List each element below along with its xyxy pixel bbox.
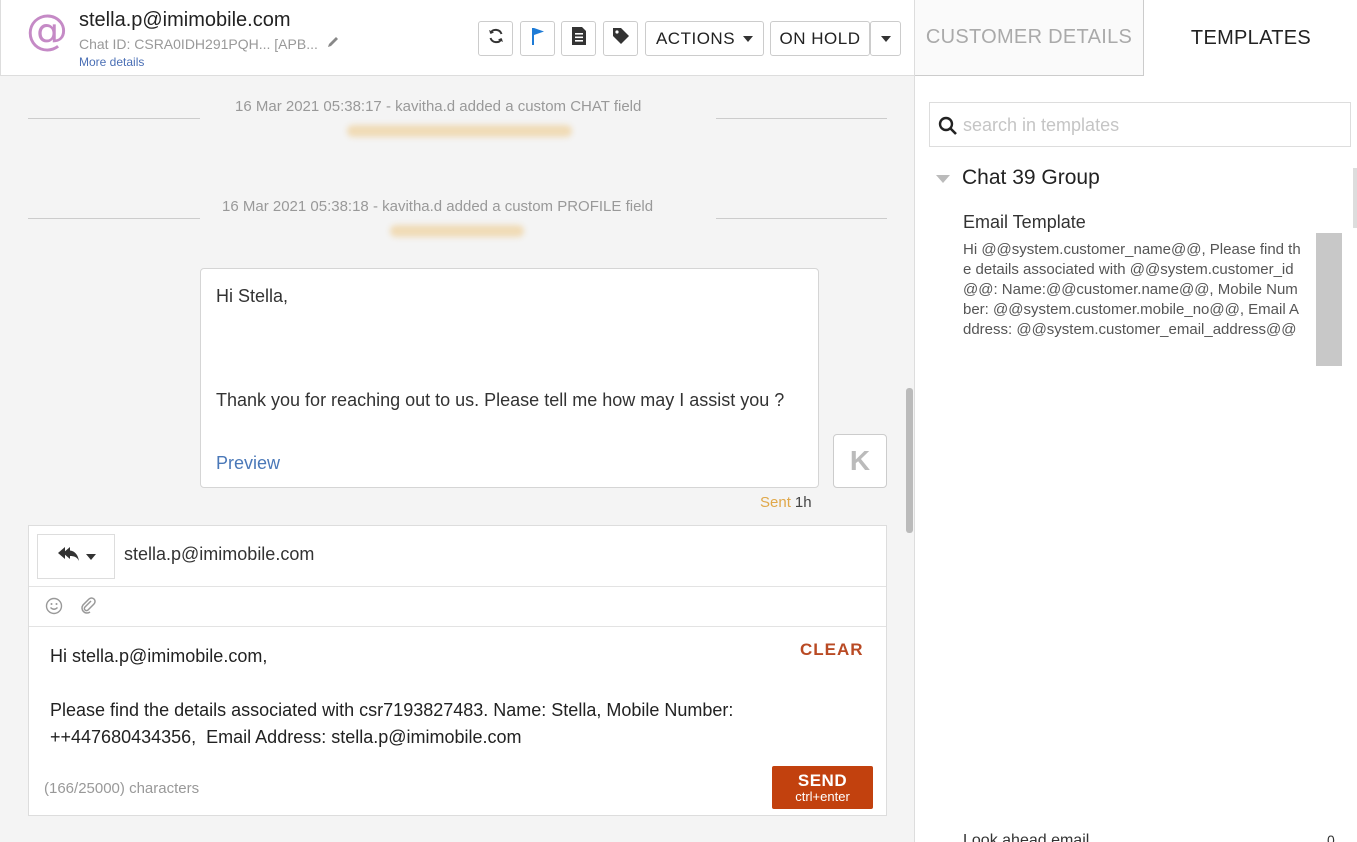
preview-link[interactable]: Preview <box>216 453 280 474</box>
clear-button[interactable]: CLEAR <box>800 640 864 660</box>
chevron-down-icon <box>880 35 891 42</box>
divider <box>29 586 886 587</box>
status-dropdown-toggle[interactable] <box>870 21 901 56</box>
status-button[interactable]: ON HOLD <box>770 21 870 56</box>
editor-line: Hi stella.p@imimobile.com, <box>50 646 268 666</box>
chevron-down-icon <box>743 35 754 42</box>
side-panel: CUSTOMER DETAILS TEMPLATES Chat 39 Group… <box>914 0 1357 842</box>
search-input[interactable] <box>963 111 1343 139</box>
panel-scrollbar[interactable] <box>1353 168 1357 228</box>
reply-all-icon <box>56 545 80 568</box>
divider <box>28 118 200 119</box>
refresh-button[interactable] <box>478 21 513 56</box>
template-count: 0 <box>1327 832 1335 842</box>
system-event: 16 Mar 2021 05:38:17 - kavitha.d added a… <box>235 98 642 115</box>
template-search <box>929 102 1351 147</box>
sent-time: 1h <box>794 494 812 511</box>
status-label: ON HOLD <box>779 28 861 48</box>
send-label: SEND <box>797 771 848 790</box>
search-icon <box>938 116 958 141</box>
edit-icon[interactable] <box>326 35 340 52</box>
agent-avatar: K <box>833 434 887 488</box>
chat-transcript: 16 Mar 2021 05:38:17 - kavitha.d added a… <box>0 76 914 842</box>
flag-icon <box>529 26 547 51</box>
template-title[interactable]: Email Template <box>963 212 1086 233</box>
tag-icon <box>611 26 631 51</box>
chat-header: @ stella.p@imimobile.com Chat ID: CSRA0I… <box>0 0 915 76</box>
redacted-field <box>390 225 524 237</box>
app-root: @ stella.p@imimobile.com Chat ID: CSRA0I… <box>0 0 1357 842</box>
template-group-title[interactable]: Chat 39 Group <box>962 166 1100 190</box>
character-count: (166/25000) characters <box>44 780 200 797</box>
template-title[interactable]: Look ahead email <box>963 832 1089 842</box>
divider <box>28 218 200 219</box>
redacted-field <box>347 125 572 137</box>
actions-label: ACTIONS <box>655 28 736 48</box>
emoji-icon[interactable] <box>45 597 63 620</box>
message-status: Sent 1h <box>760 494 812 511</box>
notes-icon <box>571 26 587 51</box>
template-body[interactable]: Hi @@system.customer_name@@, Please find… <box>963 240 1303 340</box>
email-channel-icon: @ <box>26 5 68 54</box>
attachment-icon[interactable] <box>79 596 97 619</box>
chat-id: Chat ID: CSRA0IDH291PQH... [APB... <box>79 36 318 52</box>
divider <box>29 626 886 627</box>
editor-line: Please find the details associated with … <box>50 700 739 747</box>
divider <box>716 118 887 119</box>
collapse-icon[interactable] <box>936 175 950 183</box>
chat-id-row: Chat ID: CSRA0IDH291PQH... [APB... <box>79 35 340 52</box>
recipient-email: stella.p@imimobile.com <box>124 544 315 564</box>
message-greeting: Hi Stella, <box>216 286 289 306</box>
tab-templates[interactable]: TEMPLATES <box>1144 0 1357 76</box>
reply-composer: stella.p@imimobile.com Hi stella.p@imimo… <box>28 525 887 816</box>
send-shortcut: ctrl+enter <box>795 789 850 804</box>
template-scrollbar[interactable] <box>1316 233 1342 366</box>
contact-email: stella.p@imimobile.com <box>79 9 291 31</box>
divider <box>716 218 887 219</box>
agent-message: Hi Stella, Thank you for reaching out to… <box>200 268 819 488</box>
actions-dropdown[interactable]: ACTIONS <box>645 21 764 56</box>
sent-label: Sent <box>760 494 791 511</box>
flag-button[interactable] <box>520 21 555 56</box>
more-details-link[interactable]: More details <box>79 55 144 69</box>
message-editor[interactable]: Hi stella.p@imimobile.com, Please find t… <box>50 643 820 751</box>
message-body: Thank you for reaching out to us. Please… <box>216 390 785 410</box>
tag-button[interactable] <box>603 21 638 56</box>
refresh-icon <box>487 27 505 50</box>
reply-mode-dropdown[interactable] <box>37 534 115 579</box>
tab-customer-details[interactable]: CUSTOMER DETAILS <box>915 0 1144 76</box>
chat-scrollbar[interactable] <box>906 388 913 533</box>
chevron-down-icon <box>86 553 96 560</box>
send-button[interactable]: SEND ctrl+enter <box>772 766 873 809</box>
notes-button[interactable] <box>561 21 596 56</box>
system-event: 16 Mar 2021 05:38:18 - kavitha.d added a… <box>222 198 654 215</box>
